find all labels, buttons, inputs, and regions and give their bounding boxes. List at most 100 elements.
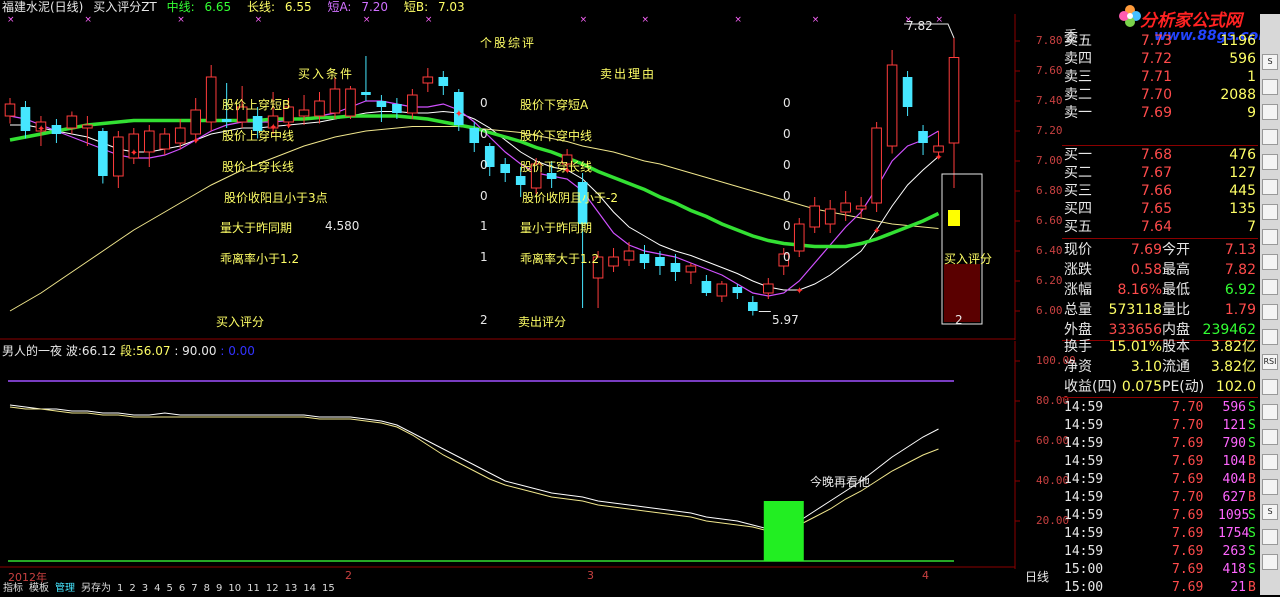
ask-price: 7.71: [1140, 69, 1172, 85]
top-marker-icon: ×: [641, 15, 649, 25]
page-number[interactable]: 1: [114, 583, 126, 595]
time-label: 3: [587, 569, 594, 582]
toolbar-button[interactable]: [1262, 304, 1278, 320]
candle: [948, 38, 960, 188]
candle: [159, 128, 171, 155]
stat-value: 0.58: [1130, 262, 1162, 278]
page-number[interactable]: 11: [244, 583, 263, 595]
toolbar-button[interactable]: [1262, 279, 1278, 295]
toolbar-button[interactable]: [1262, 204, 1278, 220]
candle-body: [824, 208, 836, 225]
toolbar-button[interactable]: [1262, 179, 1278, 195]
top-marker-icon: ×: [363, 15, 371, 25]
ask-volume: 1196: [1220, 33, 1256, 49]
bid-label: 买三: [1064, 183, 1092, 199]
bid-label: 买一: [1064, 147, 1092, 163]
tab-indicator[interactable]: 指标: [0, 583, 26, 595]
bid-label: 买二: [1064, 165, 1092, 181]
tick-row: 14:59 7.69 1754 S: [1062, 525, 1258, 543]
tick-volume: 1095: [1218, 508, 1250, 523]
stat-key: 涨跌: [1064, 262, 1092, 278]
high-marker-label: 7.82: [906, 19, 933, 33]
candle-body: [809, 205, 821, 228]
fundamental-key: 净资: [1064, 359, 1092, 375]
toolbar-button[interactable]: [1262, 154, 1278, 170]
candle-body: [159, 133, 171, 150]
page-number[interactable]: 6: [176, 583, 188, 595]
sell-value: 0: [783, 158, 791, 172]
tick-row: 14:59 7.69 790 S: [1062, 435, 1258, 453]
shortA-label: 短A:: [327, 0, 352, 14]
sell-value: 0: [783, 219, 791, 233]
candle: [824, 200, 836, 233]
sell-value: 0: [783, 250, 791, 264]
toolbar-button[interactable]: [1262, 454, 1278, 470]
page-number[interactable]: 13: [282, 583, 301, 595]
toolbar-button[interactable]: S: [1262, 504, 1278, 520]
candle-body: [190, 109, 202, 135]
candle-body: [98, 131, 108, 176]
fundamental-row: 换手 15.01% 股本 3.82亿: [1062, 337, 1258, 357]
candle-body: [66, 115, 78, 129]
toolbar-button[interactable]: [1262, 479, 1278, 495]
toolbar-button[interactable]: [1262, 529, 1278, 545]
candle: [918, 125, 928, 155]
candlestick-chart[interactable]: × × × × × × × × × × × ×✦✦✦✦ ✦✦✦✦✦✦: [0, 14, 1062, 340]
toolbar-button[interactable]: [1262, 79, 1278, 95]
page-number[interactable]: 4: [151, 583, 163, 595]
tab-manage[interactable]: 管理: [52, 583, 78, 595]
time-axis: 2012年 2 3 4: [0, 569, 1015, 584]
signal-marker-icon: ✦: [873, 226, 881, 237]
page-number[interactable]: 8: [201, 583, 213, 595]
bid-row: 买一 7.68 476: [1062, 146, 1258, 164]
stat-key: 现价: [1064, 242, 1092, 258]
candle-body: [345, 88, 356, 117]
toolbar-button[interactable]: [1262, 554, 1278, 570]
toolbar-button[interactable]: [1262, 329, 1278, 345]
toolbar-button[interactable]: RSI: [1262, 354, 1278, 370]
page-number[interactable]: 12: [263, 583, 282, 595]
toolbar-button[interactable]: S: [1262, 54, 1278, 70]
toolbar-button[interactable]: [1262, 254, 1278, 270]
stat-row: 涨跌 0.58 最高 7.82: [1062, 260, 1258, 280]
ask-volume: 2088: [1220, 87, 1256, 103]
toolbar-button[interactable]: [1262, 229, 1278, 245]
page-number[interactable]: 10: [225, 583, 244, 595]
toolbar-button[interactable]: [1262, 104, 1278, 120]
signal-marker-icon: ✦: [192, 136, 200, 147]
tick-volume: 627: [1222, 490, 1246, 505]
toolbar-button[interactable]: [1262, 429, 1278, 445]
shortA-value: 7.20: [361, 0, 389, 14]
tick-time: 14:59: [1064, 490, 1104, 505]
top-marker-icon: ×: [425, 15, 433, 25]
page-number[interactable]: 15: [319, 583, 338, 595]
page-number[interactable]: 7: [188, 583, 200, 595]
toolbar-button[interactable]: [1262, 379, 1278, 395]
toolbar-button[interactable]: [1262, 129, 1278, 145]
tick-row: 15:00 7.69 418 S: [1062, 561, 1258, 579]
tick-time: 14:59: [1064, 454, 1104, 469]
page-number[interactable]: 5: [164, 583, 176, 595]
toolbar-button[interactable]: [1262, 404, 1278, 420]
candle-body: [438, 77, 449, 86]
tick-price: 7.69: [1172, 580, 1204, 595]
candle: [500, 158, 511, 182]
page-number[interactable]: 9: [213, 583, 225, 595]
tick-volume: 404: [1222, 472, 1246, 487]
long-label: 长线:: [247, 0, 276, 14]
page-number[interactable]: 2: [126, 583, 138, 595]
page-number[interactable]: 14: [300, 583, 319, 595]
tick-flag: B: [1248, 472, 1256, 487]
page-number[interactable]: 3: [139, 583, 151, 595]
indicator-chart[interactable]: [0, 341, 1062, 569]
stock-name: 福建水泥(日线): [2, 0, 84, 14]
tick-flag: S: [1248, 508, 1256, 523]
signal-marker-icon: ✦: [935, 153, 943, 164]
candle-body: [793, 223, 805, 252]
tab-template[interactable]: 模板: [26, 583, 52, 595]
candle-body: [871, 127, 882, 204]
tab-save-as[interactable]: 另存为: [78, 583, 114, 595]
fundamental-key: PE(动): [1162, 379, 1205, 395]
bid-row: 买四 7.65 135: [1062, 200, 1258, 218]
tick-flag: B: [1248, 490, 1256, 505]
